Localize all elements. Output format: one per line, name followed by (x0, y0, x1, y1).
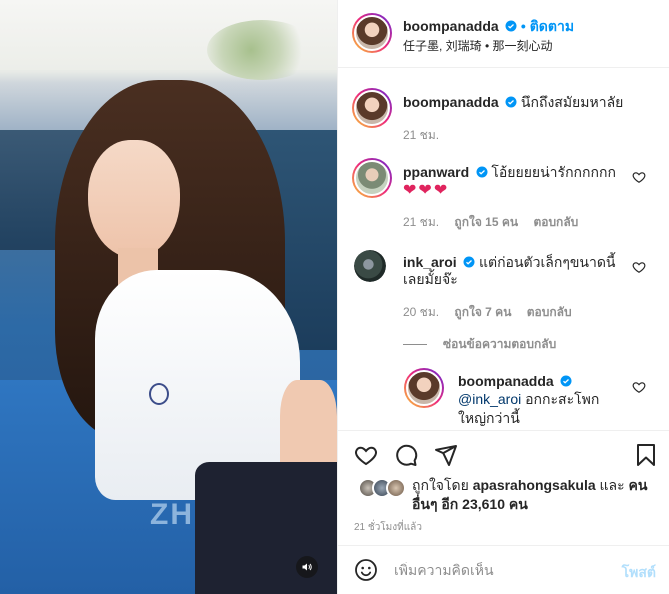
shirt-badge (149, 383, 169, 405)
comment-time[interactable]: 21 ชม. (403, 126, 439, 145)
share-send-icon[interactable] (434, 443, 458, 467)
avatar[interactable] (352, 13, 392, 53)
hide-replies-toggle[interactable]: ซ่อนข้อความตอบกลับ (403, 335, 556, 354)
like-comment-heart-icon[interactable] (632, 260, 646, 274)
avatar-image (354, 250, 386, 282)
speaker-icon (302, 563, 312, 571)
tree-background (207, 20, 317, 80)
avatar-image (354, 160, 390, 196)
comment-username[interactable]: boompanadda (403, 94, 499, 110)
reply-button[interactable]: ตอบกลับ (533, 215, 578, 229)
audio-info[interactable]: 任子墨, 刘瑞琦 • 那一刻心动 (403, 37, 553, 54)
comment-text: อกกะสะโพก (521, 391, 600, 407)
likes-prefix: ถูกใจโดย (412, 477, 469, 493)
avatar[interactable] (352, 88, 392, 128)
avatar-image (406, 370, 442, 406)
reply-text-row: boompanadda (458, 373, 572, 389)
comment-meta: 21 ชม. ถูกใจ 15 คน ตอบกลับ (403, 213, 578, 232)
likes-and: และ (599, 477, 625, 493)
person-skirt (195, 462, 337, 594)
verified-badge-icon (476, 166, 488, 178)
like-comment-heart-icon[interactable] (632, 170, 646, 184)
likes-summary: ถูกใจโดย apasrahongsakula และ คนอื่นๆ อี… (412, 476, 652, 514)
author-username[interactable]: boompanadda (403, 18, 499, 34)
add-comment-bar: โพสต์ (338, 545, 669, 594)
liker-username[interactable]: apasrahongsakula (473, 477, 596, 493)
post-actions: ถูกใจโดย apasrahongsakula และ คนอื่นๆ อี… (338, 430, 669, 545)
verified-badge-icon (463, 256, 475, 268)
emoji-smiley-icon[interactable] (354, 558, 378, 582)
comment-likes[interactable]: ถูกใจ 7 คน (454, 305, 511, 319)
comment-bubble-icon[interactable] (394, 443, 418, 467)
comment-meta: 20 ชม. ถูกใจ 7 คน ตอบกลับ (403, 303, 572, 322)
comment-username[interactable]: ppanward (403, 164, 469, 180)
post-details-panel: boompanadda • ติดตาม 任子墨, 刘瑞琦 • 那一刻心动 bo… (337, 0, 669, 594)
comment-input[interactable] (394, 562, 594, 578)
post-comment-button[interactable]: โพสต์ (622, 562, 656, 584)
header-title-row: boompanadda • ติดตาม (403, 16, 574, 38)
comment-text: นึกถึงสมัยมหาลัย (520, 94, 624, 110)
comment-time[interactable]: 20 ชม. (403, 305, 439, 319)
comment-username[interactable]: ink_aroi (403, 254, 457, 270)
like-comment-heart-icon[interactable] (632, 380, 646, 394)
person-face (88, 140, 180, 258)
comment-likes[interactable]: ถูกใจ 15 คน (454, 215, 518, 229)
comment-text: แต่ก่อนตัวเล็กๆขนาดนี้ (478, 254, 616, 270)
avatar-image (354, 15, 390, 51)
comment-text-continued: เลยมั้ยจ๊ะ (403, 271, 458, 287)
avatar[interactable] (352, 158, 392, 198)
replies-divider-line (403, 344, 427, 345)
post-header: boompanadda • ติดตาม 任子墨, 刘瑞琦 • 那一刻心动 (338, 0, 669, 68)
verified-badge-icon (560, 375, 572, 387)
comment-text-continued: ใหญ่กว่านี้ (458, 410, 520, 426)
verified-badge-icon (505, 20, 517, 32)
reply-text-line: @ink_aroi อกกะสะโพก (458, 390, 599, 409)
hide-replies-label[interactable]: ซ่อนข้อความตอบกลับ (443, 335, 556, 354)
follow-button[interactable]: • ติดตาม (521, 18, 574, 34)
comment-time[interactable]: 21 ชม. (403, 215, 439, 229)
mention-link[interactable]: @ink_aroi (458, 391, 521, 407)
bookmark-icon[interactable] (634, 443, 658, 467)
comment-username[interactable]: boompanadda (458, 373, 554, 389)
reply-button[interactable]: ตอบกลับ (527, 305, 572, 319)
avatar[interactable] (354, 250, 386, 282)
like-heart-icon[interactable] (354, 443, 378, 467)
caption-text-row: boompanadda นึกถึงสมัยมหาลัย (403, 93, 623, 112)
avatar-image (354, 90, 390, 126)
heart-emojis: ❤❤❤ (403, 182, 450, 199)
avatar[interactable] (404, 368, 444, 408)
liker-avatar (386, 478, 406, 498)
post-timestamp[interactable]: 21 ชั่วโมงที่แล้ว (354, 520, 422, 535)
comment-text: โอ้ยยยยน่ารักกกกกก (491, 164, 616, 180)
post-image[interactable]: ZHR (0, 0, 337, 594)
sound-toggle-button[interactable] (296, 556, 318, 578)
liker-avatars[interactable] (358, 478, 410, 498)
verified-badge-icon (505, 96, 517, 108)
